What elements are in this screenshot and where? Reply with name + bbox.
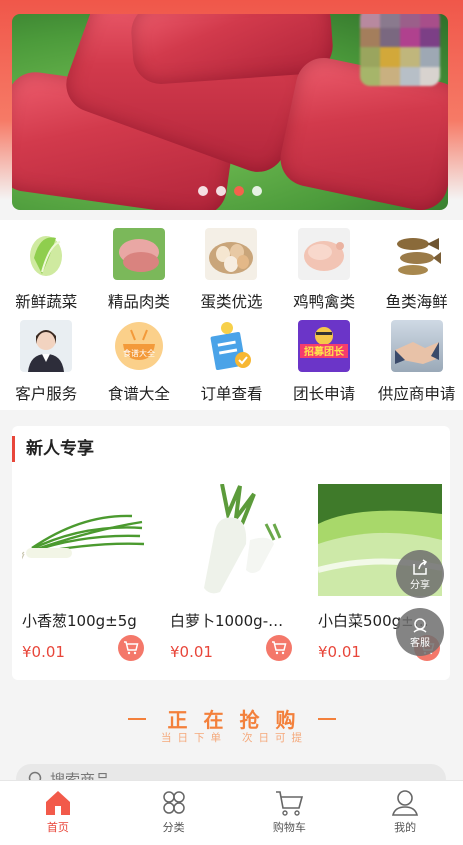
product-image: [22, 484, 146, 596]
carousel-dot-active[interactable]: [234, 186, 244, 196]
flash-sale-subtitle-left: 当日下单: [161, 732, 227, 744]
user-icon: [392, 790, 419, 816]
flash-sale-header: 正在抢购 当日下单 次日可提: [0, 690, 463, 756]
tab-home[interactable]: 首页: [0, 781, 116, 845]
tab-category[interactable]: 分类: [116, 781, 232, 845]
service-label: 客服: [410, 637, 430, 649]
carousel-dot[interactable]: [216, 186, 226, 196]
chicken-icon: [298, 228, 351, 280]
flash-sale-subtitle-right: 次日可提: [242, 732, 308, 744]
tab-cart[interactable]: 购物车: [232, 781, 348, 845]
category-customer-service[interactable]: 客户服务: [0, 320, 93, 404]
tab-label: 购物车: [272, 821, 306, 834]
category-vegetables[interactable]: 新鲜蔬菜: [0, 228, 93, 312]
carousel-dot[interactable]: [252, 186, 262, 196]
recipe-icon: 食谱大全: [112, 320, 165, 372]
share-icon: [413, 558, 428, 575]
category-leader-apply[interactable]: 招募团长 团长申请: [278, 320, 371, 404]
category-orders[interactable]: 订单查看: [185, 320, 278, 404]
supplier-icon: [390, 320, 443, 372]
product-name: 小香葱100g±5g: [22, 612, 137, 630]
leader-recruit-icon: 招募团长: [298, 320, 351, 372]
add-to-cart-button[interactable]: [118, 635, 144, 661]
order-icon: [205, 320, 258, 372]
category-label: 蛋类优选: [200, 293, 263, 311]
eggs-icon: [205, 228, 258, 280]
category-label: 新鲜蔬菜: [15, 293, 78, 311]
cart-icon: [272, 641, 287, 655]
svg-text:食谱大全: 食谱大全: [123, 348, 155, 358]
product-card[interactable]: 小香葱100g±5g ¥0.01: [22, 484, 152, 661]
customer-service-icon: [20, 320, 73, 372]
flash-sale-title: 正在抢购: [167, 708, 312, 732]
share-button[interactable]: 分享: [396, 550, 444, 598]
category-label: 订单查看: [200, 385, 263, 403]
carousel-indicators: [12, 186, 448, 196]
category-grid: 新鲜蔬菜 精品肉类 蛋类优选 鸡鸭禽类 鱼类海鲜 客户服务 食谱大全 食谱大全 …: [0, 220, 463, 410]
product-card[interactable]: 白萝卜1000g-… ¥0.01: [170, 484, 300, 661]
fish-icon: [391, 228, 443, 280]
carousel-dot[interactable]: [198, 186, 208, 196]
cart-icon: [276, 791, 304, 816]
category-label: 客户服务: [15, 385, 78, 403]
product-name: 白萝卜1000g-…: [170, 612, 284, 630]
bottom-tabbar: 首页 分类 购物车 我的: [0, 780, 463, 845]
divider: [318, 718, 336, 720]
meat-icon: [112, 228, 165, 280]
tab-label: 首页: [46, 821, 69, 834]
customer-service-button[interactable]: 客服: [396, 608, 444, 656]
tab-label: 我的: [394, 821, 417, 834]
banner-carousel[interactable]: [12, 14, 448, 210]
tab-label: 分类: [162, 821, 185, 834]
category-label: 食谱大全: [107, 385, 170, 403]
tab-mine[interactable]: 我的: [347, 781, 463, 845]
svg-text:招募团长: 招募团长: [304, 345, 345, 358]
newcomer-section: 新人专享 小香葱100g±5g ¥0.01 白萝卜1000g-… ¥0.01 小…: [12, 426, 450, 680]
cart-icon: [124, 641, 139, 655]
category-icon: [162, 791, 185, 814]
headset-icon: [413, 617, 427, 633]
category-eggs[interactable]: 蛋类优选: [185, 228, 278, 312]
category-poultry[interactable]: 鸡鸭禽类: [278, 228, 371, 312]
category-label: 团长申请: [293, 385, 356, 403]
cabbage-icon: [20, 228, 72, 280]
section-title: 新人专享: [12, 436, 94, 462]
product-image: [170, 484, 294, 596]
category-label: 供应商申请: [377, 385, 456, 403]
share-label: 分享: [410, 579, 430, 591]
category-label: 鱼类海鲜: [385, 293, 448, 311]
category-meat[interactable]: 精品肉类: [93, 228, 186, 312]
category-supplier-apply[interactable]: 供应商申请: [370, 320, 463, 404]
home-icon: [45, 791, 70, 815]
category-seafood[interactable]: 鱼类海鲜: [370, 228, 463, 312]
category-label: 精品肉类: [107, 293, 170, 311]
category-recipes[interactable]: 食谱大全 食谱大全: [93, 320, 186, 404]
add-to-cart-button[interactable]: [266, 635, 292, 661]
category-label: 鸡鸭禽类: [293, 293, 356, 311]
blurred-logo: [360, 14, 440, 86]
